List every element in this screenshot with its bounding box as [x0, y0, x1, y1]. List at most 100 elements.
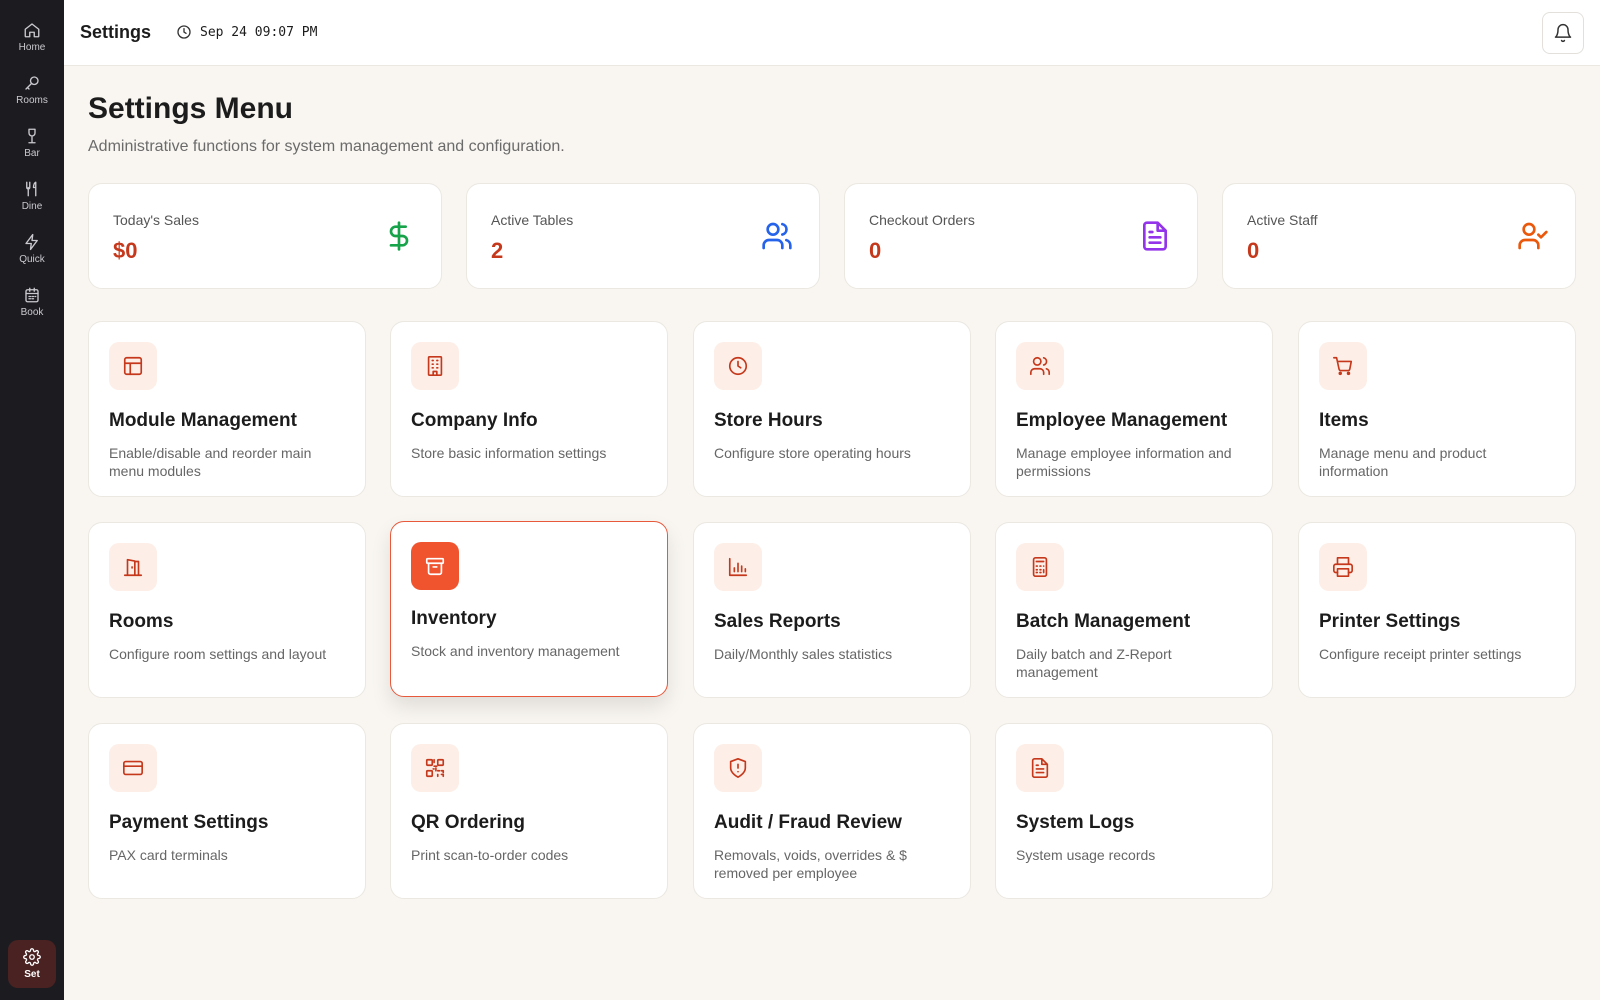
wine-glass-icon: [28, 128, 36, 144]
lightning-icon: [25, 233, 38, 251]
card-title: Inventory: [411, 608, 497, 629]
menu-card-batch-management[interactable]: Batch Management Daily batch and Z-Repor…: [995, 522, 1273, 698]
card-description: Store basic information settings: [411, 445, 607, 461]
bar-chart-icon: [714, 543, 762, 591]
card-title: Employee Management: [1016, 410, 1228, 431]
layout-icon: [109, 342, 157, 390]
card-description: Removals, voids, overrides & $ removed p…: [714, 847, 907, 881]
stat-label: Checkout Orders: [869, 212, 975, 228]
menu-card-qr-ordering[interactable]: QR Ordering Print scan-to-order codes: [390, 723, 668, 899]
sidebar-item-label: Home: [18, 42, 46, 53]
card-description: Manage employee information and permissi…: [1016, 445, 1232, 479]
menu-card-rooms[interactable]: Rooms Configure room settings and layout: [88, 522, 366, 698]
menu-card-audit-fraud-review[interactable]: Audit / Fraud Review Removals, voids, ov…: [693, 723, 971, 899]
top-bar-title: Settings: [80, 22, 152, 42]
card-title: QR Ordering: [411, 812, 526, 833]
stat-label: Today's Sales: [113, 212, 199, 228]
card-description: Daily/Monthly sales statistics: [714, 646, 893, 662]
credit-card-icon: [109, 744, 157, 792]
card-description: Configure room settings and layout: [109, 646, 327, 662]
sidebar-item-label: Dine: [21, 201, 43, 212]
menu-card-payment-settings[interactable]: Payment Settings PAX card terminals: [88, 723, 366, 899]
datetime-display: Sep 24 09:07 PM: [176, 24, 317, 40]
card-title: Sales Reports: [714, 611, 841, 632]
sidebar-item-quick[interactable]: Quick: [0, 224, 64, 274]
door-icon: [109, 543, 157, 591]
sidebar-item-settings[interactable]: Set: [8, 940, 56, 988]
sidebar-item-dine[interactable]: Dine: [0, 171, 64, 221]
menu-card-items[interactable]: Items Manage menu and product informatio…: [1298, 321, 1576, 497]
sidebar-item-bar[interactable]: Bar: [0, 118, 64, 168]
stat-card-active-staff: Active Staff 0: [1222, 183, 1576, 289]
card-title: Payment Settings: [109, 812, 269, 833]
stat-label: Active Tables: [491, 212, 574, 228]
sidebar-item-home[interactable]: Home: [0, 12, 64, 62]
sidebar-item-label: Book: [20, 307, 44, 318]
gear-icon: [23, 948, 41, 966]
calculator-icon: [1016, 543, 1064, 591]
card-title: Module Management: [109, 410, 297, 431]
top-bar: Settings Sep 24 09:07 PM: [64, 0, 1600, 66]
sidebar-item-label: Quick: [19, 254, 45, 265]
cart-icon: [1319, 342, 1367, 390]
file-text-icon: [1139, 220, 1171, 252]
stat-value: 0: [1247, 238, 1260, 263]
card-title: Printer Settings: [1319, 611, 1461, 632]
bell-icon: [1554, 23, 1572, 43]
datetime-text: Sep 24 09:07 PM: [200, 24, 318, 40]
stat-card-todays-sales: Today's Sales $0: [88, 183, 442, 289]
home-icon: [24, 23, 40, 38]
card-description: Enable/disable and reorder main menu mod…: [109, 445, 312, 479]
user-check-icon: [1517, 220, 1549, 252]
card-title: Batch Management: [1016, 611, 1191, 632]
menu-card-employee-management[interactable]: Employee Management Manage employee info…: [995, 321, 1273, 497]
dollar-icon: [383, 220, 415, 252]
card-description: Daily batch and Z-Report management: [1016, 646, 1172, 680]
stat-value: $0: [113, 238, 138, 263]
menu-card-module-management[interactable]: Module Management Enable/disable and reo…: [88, 321, 366, 497]
card-description: Configure receipt printer settings: [1319, 646, 1522, 662]
stat-card-checkout-orders: Checkout Orders 0: [844, 183, 1198, 289]
microphone-icon: [25, 76, 39, 90]
card-description: PAX card terminals: [109, 847, 228, 863]
file-text-icon: [1016, 744, 1064, 792]
stat-label: Active Staff: [1247, 212, 1318, 228]
card-title: System Logs: [1016, 812, 1135, 833]
shield-alert-icon: [714, 744, 762, 792]
menu-card-sales-reports[interactable]: Sales Reports Daily/Monthly sales statis…: [693, 522, 971, 698]
calendar-icon: [25, 287, 39, 303]
card-description: Stock and inventory management: [411, 643, 620, 659]
users-icon: [1016, 342, 1064, 390]
sidebar-item-rooms[interactable]: Rooms: [0, 65, 64, 115]
card-description: Manage menu and product information: [1319, 445, 1487, 479]
menu-card-inventory[interactable]: Inventory Stock and inventory management: [390, 521, 668, 697]
menu-card-store-hours[interactable]: Store Hours Configure store operating ho…: [693, 321, 971, 497]
users-icon: [761, 220, 793, 252]
sidebar-item-book[interactable]: Book: [0, 277, 64, 327]
clock-icon: [177, 25, 191, 39]
sidebar-item-label: Bar: [24, 148, 40, 159]
stat-card-active-tables: Active Tables 2: [466, 183, 820, 289]
archive-icon: [411, 542, 459, 590]
card-title: Company Info: [411, 410, 538, 431]
page-title: Settings Menu: [88, 92, 294, 125]
sidebar-item-label: Set: [24, 969, 40, 980]
card-title: Audit / Fraud Review: [714, 812, 902, 833]
menu-card-company-info[interactable]: Company Info Store basic information set…: [390, 321, 668, 497]
qr-code-icon: [411, 744, 459, 792]
card-description: Configure store operating hours: [714, 445, 911, 461]
card-title: Items: [1319, 410, 1369, 431]
card-title: Rooms: [109, 611, 174, 632]
stat-value: 2: [491, 238, 504, 263]
building-icon: [411, 342, 459, 390]
sidebar: Home Rooms Bar Dine Quick Book Set: [0, 0, 64, 1000]
card-description: System usage records: [1016, 847, 1156, 863]
menu-card-system-logs[interactable]: System Logs System usage records: [995, 723, 1273, 899]
printer-icon: [1319, 543, 1367, 591]
card-title: Store Hours: [714, 410, 823, 431]
stat-value: 0: [869, 238, 882, 263]
notifications-button[interactable]: [1542, 12, 1584, 54]
menu-card-printer-settings[interactable]: Printer Settings Configure receipt print…: [1298, 522, 1576, 698]
clock-icon: [714, 342, 762, 390]
card-description: Print scan-to-order codes: [411, 847, 569, 863]
